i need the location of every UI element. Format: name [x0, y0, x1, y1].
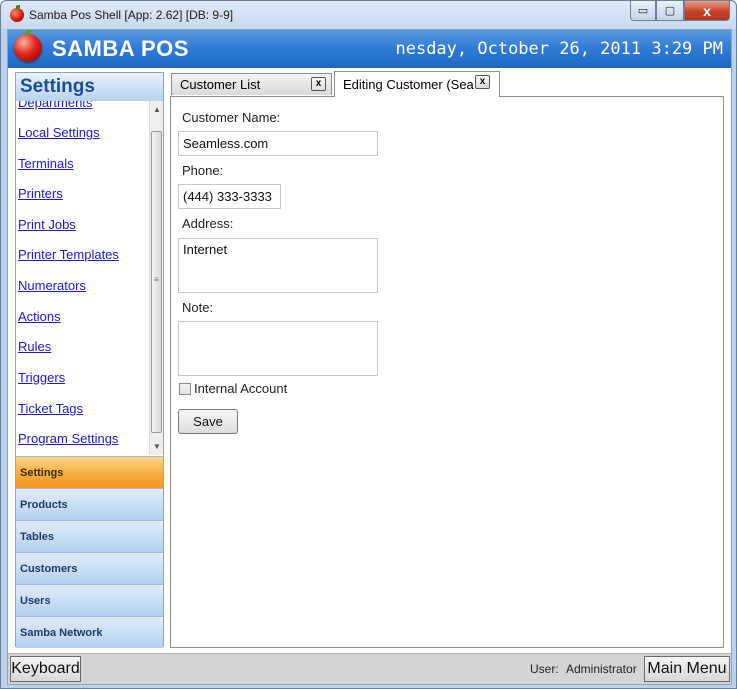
internal-account-checkbox[interactable]	[179, 383, 191, 395]
address-label: Address:	[182, 216, 234, 231]
window-controls: ▭ ▢ x	[630, 1, 730, 21]
tab-close-icon[interactable]: x	[475, 75, 490, 89]
nav-samba-network[interactable]: Samba Network	[16, 616, 163, 648]
app-window: Samba Pos Shell [App: 2.62] [DB: 9-9] ▭ …	[0, 0, 737, 689]
settings-scrollbar[interactable]: ▲ ≡ ▼	[149, 101, 163, 455]
save-button[interactable]: Save	[178, 409, 238, 434]
nav-users[interactable]: Users	[16, 584, 163, 616]
tab-editing-customer[interactable]: Editing Customer (Sea x	[334, 71, 500, 97]
app-header: SAMBA POS nesday, October 26, 2011 3:29 …	[8, 30, 731, 68]
apple-icon	[10, 5, 24, 22]
phone-input[interactable]	[178, 184, 281, 209]
minimize-icon: ▭	[637, 5, 649, 17]
settings-link-print-jobs[interactable]: Print Jobs	[18, 217, 76, 232]
title-bar[interactable]: Samba Pos Shell [App: 2.62] [DB: 9-9] ▭ …	[1, 1, 736, 29]
main-menu-button[interactable]: Main Menu	[644, 656, 730, 682]
customer-name-input[interactable]	[178, 131, 378, 156]
settings-link-actions[interactable]: Actions	[18, 309, 61, 324]
tab-label: Customer List	[180, 77, 261, 92]
settings-link-program-settings[interactable]: Program Settings	[18, 431, 118, 446]
settings-link-terminals[interactable]: Terminals	[18, 156, 74, 171]
settings-list: Departments Local Settings Terminals Pri…	[16, 101, 149, 455]
internal-account-label[interactable]: Internal Account	[194, 381, 287, 396]
module-nav: Settings Products Tables Customers Users…	[16, 456, 163, 648]
window-title: Samba Pos Shell [App: 2.62] [DB: 9-9]	[29, 8, 234, 22]
maximize-button[interactable]: ▢	[656, 1, 684, 21]
settings-link-triggers[interactable]: Triggers	[18, 370, 65, 385]
user-name: Administrator	[566, 662, 637, 676]
note-label: Note:	[182, 300, 214, 315]
address-textarea[interactable]: Internet	[178, 238, 378, 293]
minimize-button[interactable]: ▭	[630, 1, 656, 21]
close-icon: x	[703, 2, 711, 19]
settings-link-local-settings[interactable]: Local Settings	[18, 125, 100, 140]
user-label: User:	[530, 662, 559, 676]
brand-title: SAMBA POS	[52, 36, 189, 61]
apple-logo-icon	[14, 34, 42, 62]
document-area: Customer List x Editing Customer (Sea x …	[169, 68, 726, 648]
settings-panel: Settings Departments Local Settings Term…	[15, 72, 164, 648]
keyboard-button[interactable]: Keyboard	[10, 656, 81, 682]
scroll-down-icon[interactable]: ▼	[153, 442, 161, 451]
tab-customer-list[interactable]: Customer List x	[171, 73, 332, 95]
settings-link-ticket-tags[interactable]: Ticket Tags	[18, 401, 83, 416]
settings-link-departments[interactable]: Departments	[18, 101, 92, 110]
scroll-grip-icon: ≡	[154, 275, 159, 284]
maximize-icon: ▢	[664, 5, 676, 17]
client-area: SAMBA POS nesday, October 26, 2011 3:29 …	[7, 29, 732, 685]
nav-tables[interactable]: Tables	[16, 520, 163, 552]
nav-customers[interactable]: Customers	[16, 552, 163, 584]
tab-label: Editing Customer (Sea	[343, 77, 474, 92]
phone-label: Phone:	[182, 163, 224, 178]
nav-products[interactable]: Products	[16, 488, 163, 520]
settings-link-numerators[interactable]: Numerators	[18, 278, 86, 293]
status-bar: Keyboard User: Administrator Main Menu	[8, 653, 731, 684]
scroll-up-icon[interactable]: ▲	[153, 105, 161, 114]
settings-panel-title: Settings	[16, 73, 163, 101]
datetime-clip: nesday, October 26, 2011 3:29 PM	[380, 30, 731, 68]
datetime-display: nesday, October 26, 2011 3:29 PM	[395, 39, 723, 59]
scroll-thumb[interactable]: ≡	[151, 131, 162, 433]
nav-settings[interactable]: Settings	[16, 456, 163, 488]
close-button[interactable]: x	[684, 1, 730, 21]
customer-name-label: Customer Name:	[182, 110, 281, 125]
customer-edit-form: Customer Name: Phone: Address: Internet …	[170, 96, 724, 648]
tab-close-icon[interactable]: x	[311, 77, 326, 91]
settings-link-rules[interactable]: Rules	[18, 339, 51, 354]
settings-link-printers[interactable]: Printers	[18, 186, 63, 201]
settings-link-printer-templates[interactable]: Printer Templates	[18, 247, 119, 262]
note-textarea[interactable]	[178, 321, 378, 376]
